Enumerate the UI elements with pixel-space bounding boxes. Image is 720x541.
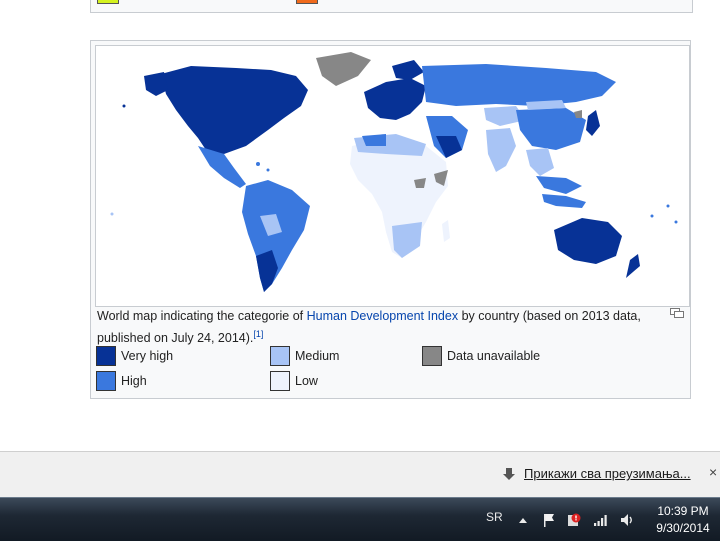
legend-swatch bbox=[96, 371, 116, 391]
legend-label: Very high bbox=[121, 349, 174, 363]
legend-medium: Medium bbox=[270, 345, 339, 367]
figure-caption: World map indicating the categorie of Hu… bbox=[97, 307, 657, 347]
legend-swatch-orange bbox=[296, 0, 318, 4]
legend-high: High bbox=[96, 370, 147, 392]
previous-figure-legend bbox=[90, 0, 693, 13]
action-center-flag-icon[interactable] bbox=[541, 512, 557, 528]
hdi-world-map[interactable] bbox=[95, 45, 690, 307]
clock-time: 10:39 PM bbox=[657, 504, 709, 518]
legend-low: Low bbox=[270, 370, 318, 392]
show-all-downloads-link[interactable]: Прикажи сва преузимања... bbox=[502, 466, 691, 481]
hdi-figure: World map indicating the categorie of Hu… bbox=[90, 40, 691, 399]
legend-label: High bbox=[121, 374, 147, 388]
show-all-downloads-label: Прикажи сва преузимања... bbox=[524, 466, 691, 481]
world-map-graphic bbox=[96, 46, 689, 306]
legend-label: Data unavailable bbox=[447, 349, 541, 363]
enlarge-icon[interactable] bbox=[670, 308, 684, 318]
windows-taskbar: SR 10:39 PM 9/30/2014 bbox=[0, 497, 720, 541]
legend-label: Medium bbox=[295, 349, 340, 363]
download-bar: Прикажи сва преузимања... × bbox=[0, 451, 720, 498]
legend-swatch bbox=[96, 346, 116, 366]
legend-swatch-yellow bbox=[97, 0, 119, 4]
network-signal-icon[interactable] bbox=[593, 512, 609, 528]
legend-very-high: Very high bbox=[96, 345, 173, 367]
legend-data-unavailable: Data unavailable bbox=[422, 345, 540, 367]
power-warning-icon[interactable] bbox=[566, 512, 582, 528]
system-clock[interactable]: 10:39 PM 9/30/2014 bbox=[650, 503, 716, 537]
caption-prefix: World map indicating the categorie of bbox=[97, 309, 307, 323]
reference-link[interactable]: [1] bbox=[253, 329, 263, 339]
legend-label: Low bbox=[295, 374, 318, 388]
hdi-link[interactable]: Human Development Index bbox=[307, 309, 458, 323]
close-download-bar-button[interactable]: × bbox=[709, 464, 717, 480]
legend-swatch bbox=[270, 346, 290, 366]
download-arrow-icon bbox=[503, 467, 515, 480]
clock-date: 9/30/2014 bbox=[656, 521, 710, 535]
language-indicator[interactable]: SR bbox=[486, 510, 503, 524]
legend-swatch bbox=[422, 346, 442, 366]
volume-icon[interactable] bbox=[619, 512, 635, 528]
map-legend: Very high High Medium Low Data unavailab… bbox=[96, 345, 686, 395]
legend-swatch bbox=[270, 371, 290, 391]
show-hidden-icons-icon[interactable] bbox=[515, 512, 531, 528]
